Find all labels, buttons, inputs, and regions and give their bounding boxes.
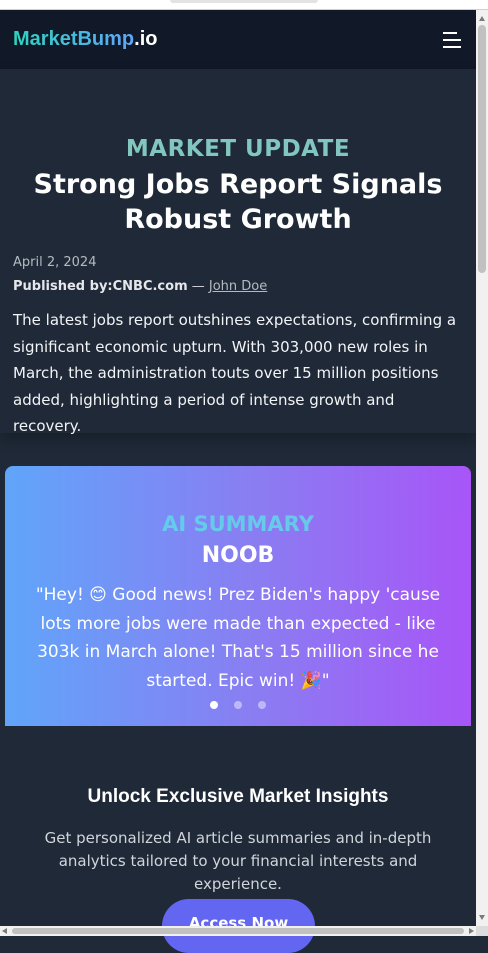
carousel-dot-3[interactable] (258, 701, 266, 709)
menu-line (443, 38, 461, 41)
site-header: MarketBump.io (0, 10, 476, 69)
menu-line (443, 45, 461, 48)
vertical-scrollbar[interactable] (476, 10, 488, 926)
carousel-dot-2[interactable] (234, 701, 242, 709)
scroll-up-arrow-icon[interactable] (479, 16, 485, 21)
horizontal-scroll-thumb[interactable] (12, 928, 464, 934)
author-link[interactable]: John Doe (209, 279, 267, 294)
browser-tab-edge (170, 0, 318, 3)
browser-top-strip (0, 0, 488, 10)
article-kicker: MARKET UPDATE (125, 136, 351, 162)
carousel-dots (5, 701, 471, 709)
horizontal-scrollbar[interactable] (0, 926, 476, 936)
byline-separator: — (187, 279, 209, 294)
logo-brand-text: MarketBump (13, 28, 135, 50)
source-name: CNBC.com (112, 279, 188, 294)
carousel-dot-1[interactable] (210, 701, 218, 709)
scroll-right-arrow-icon[interactable] (469, 928, 474, 934)
hamburger-menu-icon[interactable] (443, 31, 461, 48)
ai-summary-level: NOOB (201, 543, 275, 568)
scroll-left-arrow-icon[interactable] (2, 928, 7, 934)
cta-description: Get personalized AI article summaries an… (44, 829, 432, 893)
menu-line (443, 31, 457, 34)
ai-summary-label: AI SUMMARY (162, 512, 314, 536)
cta-title: Unlock Exclusive Market Insights (87, 786, 389, 807)
site-logo[interactable]: MarketBump.io (13, 28, 157, 51)
article-byline: Published by:CNBC.com — John Doe (13, 279, 267, 294)
published-by-label: Published by: (13, 279, 113, 294)
scroll-down-arrow-icon[interactable] (479, 915, 485, 920)
scrollbar-corner (476, 926, 488, 936)
article-date: April 2, 2024 (13, 255, 97, 270)
article-body: The latest jobs report outshines expecta… (13, 311, 457, 435)
logo-tld-text: .io (134, 28, 158, 50)
vertical-scroll-thumb[interactable] (478, 25, 486, 273)
ai-summary-quote: "Hey! 😊 Good news! Prez Biden's happy 'c… (35, 585, 441, 691)
article-title: Strong Jobs Report Signals Robust Growth (33, 169, 443, 235)
